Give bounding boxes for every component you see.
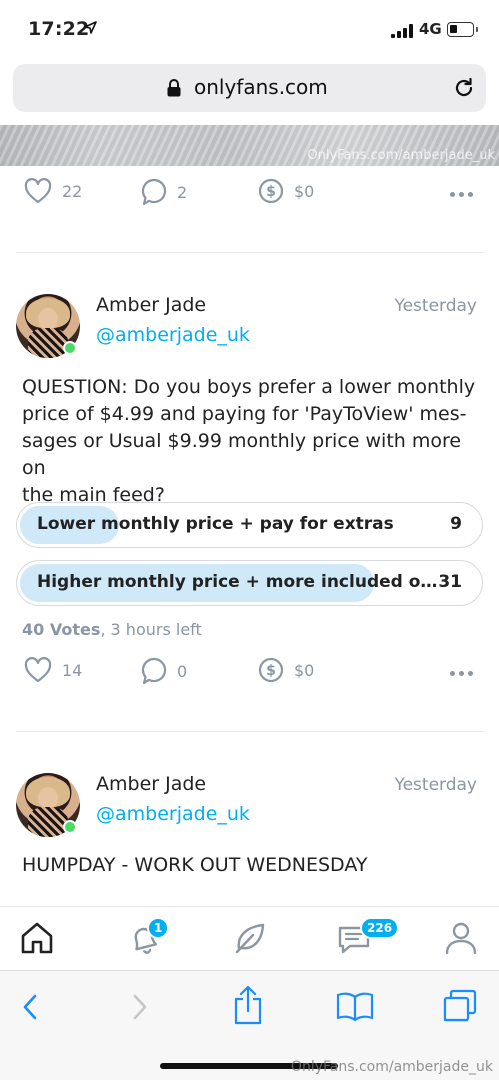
poll-meta: 40 Votes, 3 hours left [22,620,202,639]
share-icon[interactable] [232,985,264,1025]
post-text: QUESTION: Do you boys prefer a lower mon… [22,374,482,509]
poll-option[interactable]: Higher monthly price + more included on … [16,560,483,606]
address-bar[interactable]: onlyfans.com [13,64,486,112]
like-button[interactable]: 14 [24,657,82,683]
more-options-icon[interactable] [450,671,473,676]
post-actions: 22 2 $ $0 [0,178,499,218]
post-text-line: QUESTION: Do you boys prefer a lower mon… [22,376,476,398]
tip-amount: $0 [294,181,315,201]
author-name[interactable]: Amber Jade [96,773,206,795]
back-arrow-icon[interactable] [20,993,40,1021]
home-icon [21,922,53,954]
tip-button[interactable]: $ $0 [258,657,314,683]
like-count: 22 [62,181,83,201]
footer-watermark: OnlyFans.com/amberjade_uk [290,1059,493,1075]
lock-icon [167,79,181,97]
tab-notifications[interactable]: 1 [125,917,170,959]
poll-option[interactable]: Lower monthly price + pay for extras 9 [16,502,483,548]
comment-count: 0 [177,661,188,681]
svg-text:$: $ [266,663,276,679]
post-text: HUMPDAY - WORK OUT WEDNESDAY [22,854,368,876]
comment-button[interactable]: 2 [141,178,187,206]
comment-count: 2 [177,182,188,202]
tip-button[interactable]: $ $0 [258,178,314,204]
location-arrow-icon [84,21,97,34]
cellular-signal-icon [391,24,413,38]
poll-option-votes: 9 [450,514,462,534]
poll-option-votes: 31 [438,572,462,592]
author-name[interactable]: Amber Jade [96,294,206,316]
post-media-image[interactable]: OnlyFans.com/amberjade_uk [0,125,499,166]
heart-icon [24,657,52,683]
status-bar: 17:22 4G [0,0,499,58]
media-watermark: OnlyFans.com/amberjade_uk [307,148,495,163]
more-options-icon[interactable] [450,192,473,197]
post-time[interactable]: Yesterday [394,775,477,795]
leaf-icon [235,923,265,954]
poll-option-label: Lower monthly price + pay for extras [37,514,394,534]
svg-text:$: $ [266,184,276,200]
dollar-circle-icon: $ [258,178,284,204]
post-time[interactable]: Yesterday [394,296,477,316]
post-header: Amber Jade @amberjade_uk Yesterday [0,294,499,364]
like-count: 14 [62,660,83,680]
post-divider [16,252,483,253]
online-status-dot [63,341,77,355]
battery-cap [476,27,478,32]
post-text-line: sages or Usual $9.99 monthly price with … [22,430,462,479]
poll-option-label: Higher monthly price + more included on … [37,572,441,592]
online-status-dot [63,820,77,834]
notifications-badge: 1 [147,917,170,939]
poll-time-left: , 3 hours left [100,620,202,639]
tip-amount: $0 [294,660,315,680]
reload-icon[interactable] [453,77,475,99]
forward-arrow-icon[interactable] [130,993,150,1021]
network-type: 4G [419,20,442,38]
post-actions: 14 0 $ $0 [0,657,499,697]
comment-button[interactable]: 0 [141,657,187,685]
tab-profile[interactable] [442,919,482,959]
like-button[interactable]: 22 [24,178,82,204]
tab-home[interactable] [18,919,58,959]
tab-discover[interactable] [231,919,271,959]
comment-icon [141,657,167,685]
app-tab-bar: 1 226 [0,906,499,970]
dollar-circle-icon: $ [258,657,284,683]
author-handle[interactable]: @amberjade_uk [96,803,250,825]
tabs-icon[interactable] [442,989,478,1023]
browser-toolbar: OnlyFans.com/amberjade_uk [0,970,499,1080]
author-handle[interactable]: @amberjade_uk [96,324,250,346]
messages-badge: 226 [360,917,400,939]
post-header: Amber Jade @amberjade_uk Yesterday [0,773,499,843]
poll-total-votes: 40 Votes [22,620,101,639]
comment-icon [141,178,167,206]
status-time: 17:22 [28,18,90,40]
bookmarks-icon[interactable] [336,991,374,1021]
post-divider [16,731,483,732]
battery-icon [447,22,474,37]
heart-icon [24,178,52,204]
url-text: onlyfans.com [194,75,328,99]
post-text-line: price of $4.99 and paying for 'PayToView… [22,403,467,425]
profile-icon [445,922,477,955]
tab-messages[interactable]: 226 [336,917,400,959]
